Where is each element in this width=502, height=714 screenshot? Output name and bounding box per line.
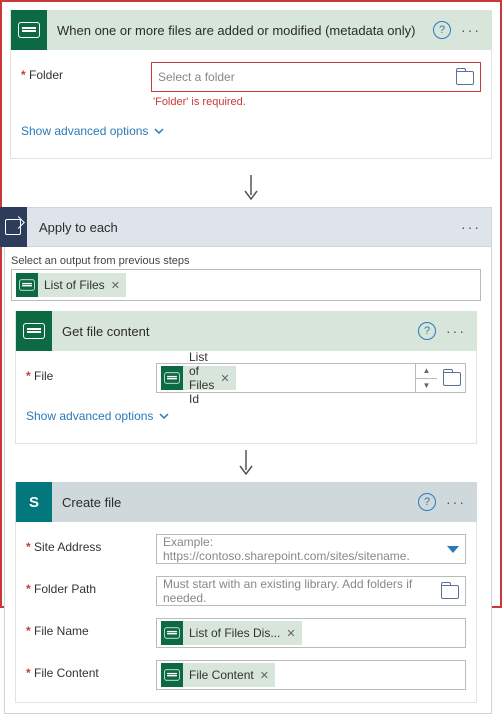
prev-steps-label: Select an output from previous steps: [11, 255, 481, 267]
loop-body: Select an output from previous steps Lis…: [4, 247, 492, 714]
filecontent-input[interactable]: File Content ✕: [156, 660, 466, 690]
more-menu[interactable]: ···: [461, 219, 481, 235]
folder-picker-icon[interactable]: [441, 585, 459, 599]
filecontent-label: File Content: [26, 660, 156, 680]
site-address-input[interactable]: Example: https://contoso.sharepoint.com/…: [156, 534, 466, 564]
file-label: File: [26, 363, 156, 383]
create-file-card: S Create file ? ··· Site Address Example…: [15, 482, 477, 703]
sharepoint-icon: S: [16, 482, 52, 522]
step-up-icon: ▲: [416, 363, 437, 379]
create-file-header[interactable]: S Create file ? ···: [15, 482, 477, 522]
trigger-card: When one or more files are added or modi…: [10, 10, 492, 159]
stepper[interactable]: ▲▼: [415, 363, 437, 393]
trigger-body: Folder Select a folder 'Folder' is requi…: [10, 50, 492, 159]
show-advanced-link[interactable]: Show advanced options: [21, 120, 481, 146]
file-field: File List of Files Id ✕ ▲▼: [26, 363, 466, 393]
token-list-files-id[interactable]: List of Files Id ✕: [161, 366, 236, 390]
folder-error: 'Folder' is required.: [151, 96, 481, 108]
filename-label: File Name: [26, 618, 156, 638]
remove-token-icon[interactable]: ✕: [260, 669, 269, 682]
loop-header[interactable]: Apply to each ···: [4, 207, 492, 247]
chevron-down-icon: [159, 413, 169, 419]
token-filecontent[interactable]: File Content ✕: [161, 663, 275, 687]
onedrive-icon: [161, 621, 183, 645]
folder-picker-icon[interactable]: [456, 71, 474, 85]
onedrive-icon: [11, 10, 47, 50]
folder-picker-icon[interactable]: [443, 372, 461, 386]
token-filename[interactable]: List of Files Dis... ✕: [161, 621, 302, 645]
more-menu[interactable]: ···: [446, 323, 466, 339]
get-file-card: Get file content ? ··· File List of File…: [15, 311, 477, 444]
show-advanced-link[interactable]: Show advanced options: [26, 405, 466, 431]
get-file-title: Get file content: [62, 324, 418, 339]
folder-field: Folder Select a folder 'Folder' is requi…: [21, 62, 481, 108]
token-list-of-files[interactable]: List of Files ✕: [16, 273, 126, 297]
folder-placeholder: Select a folder: [158, 70, 456, 84]
help-icon[interactable]: ?: [418, 493, 436, 511]
folder-input[interactable]: Select a folder: [151, 62, 481, 92]
connector-arrow: [10, 169, 492, 207]
get-file-body: File List of Files Id ✕ ▲▼: [15, 351, 477, 444]
connector-arrow: [11, 444, 481, 482]
chevron-down-icon: [154, 128, 164, 134]
dropdown-icon[interactable]: [447, 546, 459, 553]
site-address-label: Site Address: [26, 534, 156, 554]
more-menu[interactable]: ···: [446, 494, 466, 510]
filename-input[interactable]: List of Files Dis... ✕: [156, 618, 466, 648]
loop-card: Apply to each ··· Select an output from …: [4, 207, 492, 714]
trigger-title: When one or more files are added or modi…: [57, 23, 433, 38]
step-down-icon: ▼: [416, 379, 437, 394]
folder-label: Folder: [21, 62, 151, 82]
onedrive-icon: [16, 311, 52, 351]
remove-token-icon[interactable]: ✕: [286, 627, 295, 640]
folder-path-label: Folder Path: [26, 576, 156, 596]
onedrive-icon: [161, 366, 183, 390]
create-file-body: Site Address Example: https://contoso.sh…: [15, 522, 477, 703]
remove-token-icon[interactable]: ✕: [111, 279, 120, 292]
onedrive-icon: [16, 273, 38, 297]
help-icon[interactable]: ?: [433, 21, 451, 39]
loop-title: Apply to each: [39, 220, 461, 235]
file-input[interactable]: List of Files Id ✕ ▲▼: [156, 363, 466, 393]
loop-input[interactable]: List of Files ✕: [11, 269, 481, 301]
create-file-title: Create file: [62, 495, 418, 510]
loop-icon: [0, 207, 27, 247]
more-menu[interactable]: ···: [461, 22, 481, 38]
get-file-header[interactable]: Get file content ? ···: [15, 311, 477, 351]
folder-path-input[interactable]: Must start with an existing library. Add…: [156, 576, 466, 606]
remove-token-icon[interactable]: ✕: [220, 372, 229, 385]
trigger-header[interactable]: When one or more files are added or modi…: [10, 10, 492, 50]
help-icon[interactable]: ?: [418, 322, 436, 340]
onedrive-icon: [161, 663, 183, 687]
